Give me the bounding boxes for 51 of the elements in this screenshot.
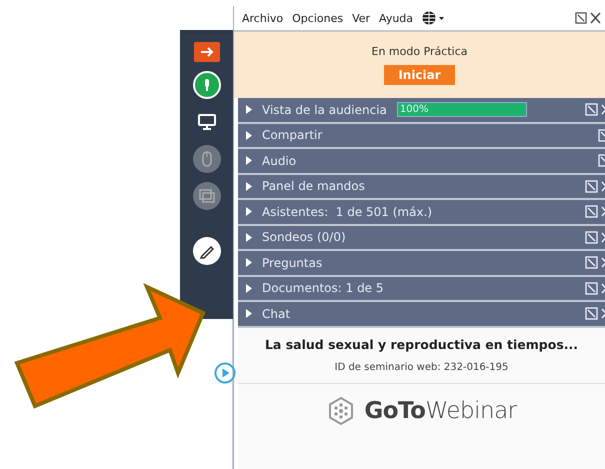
menu-item[interactable]: Opciones xyxy=(292,12,344,24)
pane-header[interactable]: Documentos: 1 de 5 xyxy=(238,276,605,302)
mode-text: En modo Práctica xyxy=(372,45,468,58)
logo-text: GoToWebinar xyxy=(364,398,517,424)
pane-title: Chat xyxy=(262,306,290,321)
expand-arrow-icon[interactable] xyxy=(246,130,252,140)
microphone-button[interactable] xyxy=(192,71,220,99)
webinar-title: La salud sexual y reproductiva en tiempos... xyxy=(264,336,578,352)
close-icon[interactable] xyxy=(590,12,601,24)
mouse-button[interactable] xyxy=(192,145,220,173)
globe-icon[interactable] xyxy=(422,11,446,25)
webinar-id: ID de seminario web: 232-016-195 xyxy=(334,362,508,372)
windows-icon xyxy=(198,189,214,203)
expand-arrow-icon[interactable] xyxy=(246,309,252,318)
expand-arrow-icon[interactable] xyxy=(246,284,252,293)
pane-title: Compartir xyxy=(262,128,322,142)
expand-arrow-icon[interactable] xyxy=(246,156,252,166)
mouse-icon xyxy=(202,151,212,167)
pane-header[interactable]: Sondeos (0/0) xyxy=(238,226,605,251)
pencil-button[interactable] xyxy=(192,237,220,265)
pane-title: Preguntas xyxy=(262,256,322,270)
pane-title: Panel de mandos xyxy=(262,179,365,194)
menu-item[interactable]: Archivo xyxy=(242,12,284,24)
pane-header[interactable]: Audio xyxy=(238,149,605,174)
pane-header[interactable]: Asistentes: 1 de 501 (máx.) xyxy=(238,200,605,226)
menu-item[interactable]: Ver xyxy=(352,12,370,24)
pane-title: Vista de la audiencia xyxy=(262,102,387,117)
pane-title: Sondeos (0/0) xyxy=(262,230,346,244)
expand-arrow-icon[interactable] xyxy=(246,207,252,216)
monitor-icon xyxy=(198,114,216,130)
pane-title: Asistentes: 1 de 501 (máx.) xyxy=(262,204,432,219)
expand-arrow-icon[interactable] xyxy=(246,182,252,191)
expand-arrow-icon[interactable] xyxy=(246,105,252,114)
arrow-icon xyxy=(200,47,214,57)
pane-header[interactable]: Chat xyxy=(238,302,605,328)
meter-reading: 100% xyxy=(398,104,428,116)
pane-header[interactable]: Compartir xyxy=(238,124,605,149)
expand-arrow-icon[interactable] xyxy=(246,232,252,242)
exit-arrow-button[interactable] xyxy=(194,42,220,62)
play-icon[interactable] xyxy=(214,362,236,384)
popout-icon[interactable] xyxy=(575,12,587,24)
window-button[interactable] xyxy=(192,182,220,210)
pane-title: Audio xyxy=(262,154,296,168)
pane-header[interactable]: Panel de mandos xyxy=(238,174,605,200)
pane-header[interactable]: Preguntas xyxy=(238,251,605,276)
pane-title: Documentos: 1 de 5 xyxy=(262,281,384,296)
expand-arrow-icon[interactable] xyxy=(246,258,252,268)
start-button[interactable]: Iniciar xyxy=(384,65,455,85)
pencil-icon xyxy=(198,243,214,259)
pane-header[interactable]: Vista de la audiencia 100% xyxy=(238,98,605,124)
menu-item[interactable]: Ayuda xyxy=(379,12,414,24)
